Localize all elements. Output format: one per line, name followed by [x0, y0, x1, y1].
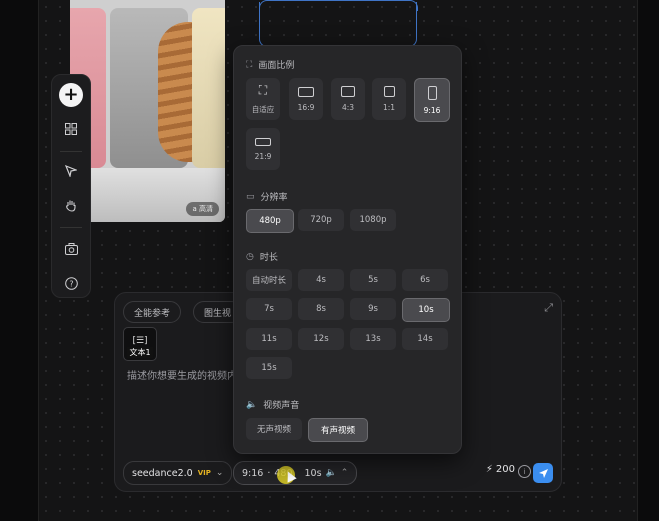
help-icon[interactable]: ?: [59, 271, 83, 295]
ratio-option-auto[interactable]: ⛶ 自适应: [246, 78, 280, 120]
credits-display: ⚡ 200: [486, 464, 515, 475]
duration-5s[interactable]: 5s: [350, 269, 396, 291]
duration-14s[interactable]: 14s: [402, 328, 448, 350]
generation-settings-button[interactable]: 9:16 · 480 10s 🔈 ⌃: [233, 461, 358, 485]
audio-on-option[interactable]: 有声视频: [308, 418, 368, 442]
ratio-label: 21:9: [254, 151, 272, 161]
grid-icon[interactable]: [59, 117, 83, 141]
ratio-shape-icon: [427, 85, 437, 100]
ratio-shape-icon: [383, 86, 395, 97]
model-selector[interactable]: seedance2.0 VIP ⌄: [123, 461, 233, 485]
ratio-label: 1:1: [382, 103, 396, 112]
pointer-icon[interactable]: [59, 159, 83, 183]
image-node[interactable]: a 高清: [70, 0, 225, 222]
camera-icon[interactable]: [59, 237, 83, 261]
speaker-icon: 🔈: [246, 399, 258, 410]
ratio-option-16-9[interactable]: 16:9: [289, 78, 323, 120]
audio-label: 视频声音: [263, 401, 300, 411]
ratio-option-9-16[interactable]: 9:16: [414, 78, 450, 122]
svg-text:?: ?: [69, 279, 73, 288]
config-duration: 10s: [304, 467, 322, 479]
add-icon[interactable]: +: [59, 83, 83, 107]
chevron-up-icon: ⌃: [340, 468, 349, 478]
text-card-label: 文本1: [127, 347, 153, 358]
audio-title: 🔈 视频声音: [246, 398, 300, 412]
toolbar-divider: [60, 227, 82, 228]
lightning-icon: ⚡: [485, 464, 493, 475]
duration-4s[interactable]: 4s: [298, 269, 344, 291]
resolution-label: 分辨率: [260, 193, 288, 203]
generation-settings-popover: ⛶ 画面比例 ⛶ 自适应 16:9 4:3 1:1 9:16 21:9 ▭ 分辨…: [233, 45, 462, 454]
duration-7s[interactable]: 7s: [246, 298, 292, 320]
clock-icon: ◷: [246, 251, 254, 262]
model-name: seedance2.0: [132, 467, 193, 479]
chip-full-reference[interactable]: 全能参考: [123, 301, 182, 323]
ratio-label: 4:3: [341, 103, 355, 112]
duration-6s[interactable]: 6s: [402, 269, 448, 291]
ratio-option-4-3[interactable]: 4:3: [331, 78, 365, 120]
duration-11s[interactable]: 11s: [246, 328, 292, 350]
ratio-option-21-9[interactable]: 21:9: [246, 128, 280, 170]
chevron-down-icon: ⌄: [215, 468, 224, 478]
config-ratio: 9:16: [242, 467, 264, 479]
resolution-1080p[interactable]: 1080p: [350, 209, 396, 231]
auto-fit-icon: ⛶: [258, 83, 268, 97]
audio-off-option[interactable]: 无声视频: [246, 418, 302, 440]
send-button[interactable]: [533, 463, 553, 483]
config-separator: ·: [267, 467, 271, 479]
text-reference-card[interactable]: [☰] 文本1: [123, 327, 157, 361]
ice-cream-tray-right: [192, 8, 225, 168]
prompt-input[interactable]: 描述你想要生成的视频内: [127, 367, 237, 382]
toolbar-divider: [60, 151, 82, 152]
duration-auto[interactable]: 自动时长: [246, 269, 292, 291]
ratio-shape-icon: [298, 86, 314, 97]
resolution-480p[interactable]: 480p: [246, 209, 294, 233]
aspect-ratio-label: 画面比例: [258, 61, 295, 71]
duration-9s[interactable]: 9s: [350, 298, 396, 320]
aspect-ratio-title: ⛶ 画面比例: [246, 58, 295, 72]
ratio-label: 9:16: [423, 105, 441, 115]
resolution-title: ▭ 分辨率: [246, 190, 288, 204]
duration-12s[interactable]: 12s: [298, 328, 344, 350]
ratio-label: 16:9: [297, 102, 315, 112]
crop-icon: ⛶: [246, 59, 253, 70]
duration-title: ◷ 时长: [246, 250, 278, 264]
duration-13s[interactable]: 13s: [350, 328, 396, 350]
screen-icon: ▭: [246, 191, 255, 202]
vip-badge: VIP: [197, 469, 211, 477]
ratio-shape-icon: [341, 86, 355, 97]
left-toolbar: + ?: [51, 74, 91, 298]
duration-10s[interactable]: 10s: [402, 298, 450, 322]
ratio-shape-icon: [255, 137, 271, 146]
info-icon[interactable]: i: [518, 465, 531, 478]
speaker-icon: 🔈: [325, 468, 337, 478]
resolution-720p[interactable]: 720p: [298, 209, 344, 231]
duration-8s[interactable]: 8s: [298, 298, 344, 320]
send-icon: [538, 468, 548, 478]
hand-icon[interactable]: [59, 193, 83, 217]
duration-15s[interactable]: 15s: [246, 357, 292, 379]
ratio-option-1-1[interactable]: 1:1: [372, 78, 406, 120]
image-watermark: a 高清: [186, 202, 219, 216]
ratio-label: 自适应: [251, 105, 275, 114]
expand-icon[interactable]: ⤢: [544, 301, 553, 315]
ice-cream-tray-middle: [110, 8, 220, 168]
text-card-icon: [☰]: [132, 336, 148, 346]
selected-node-outline[interactable]: [258, 0, 418, 47]
duration-label: 时长: [259, 253, 278, 263]
credits-value: 200: [495, 464, 515, 475]
